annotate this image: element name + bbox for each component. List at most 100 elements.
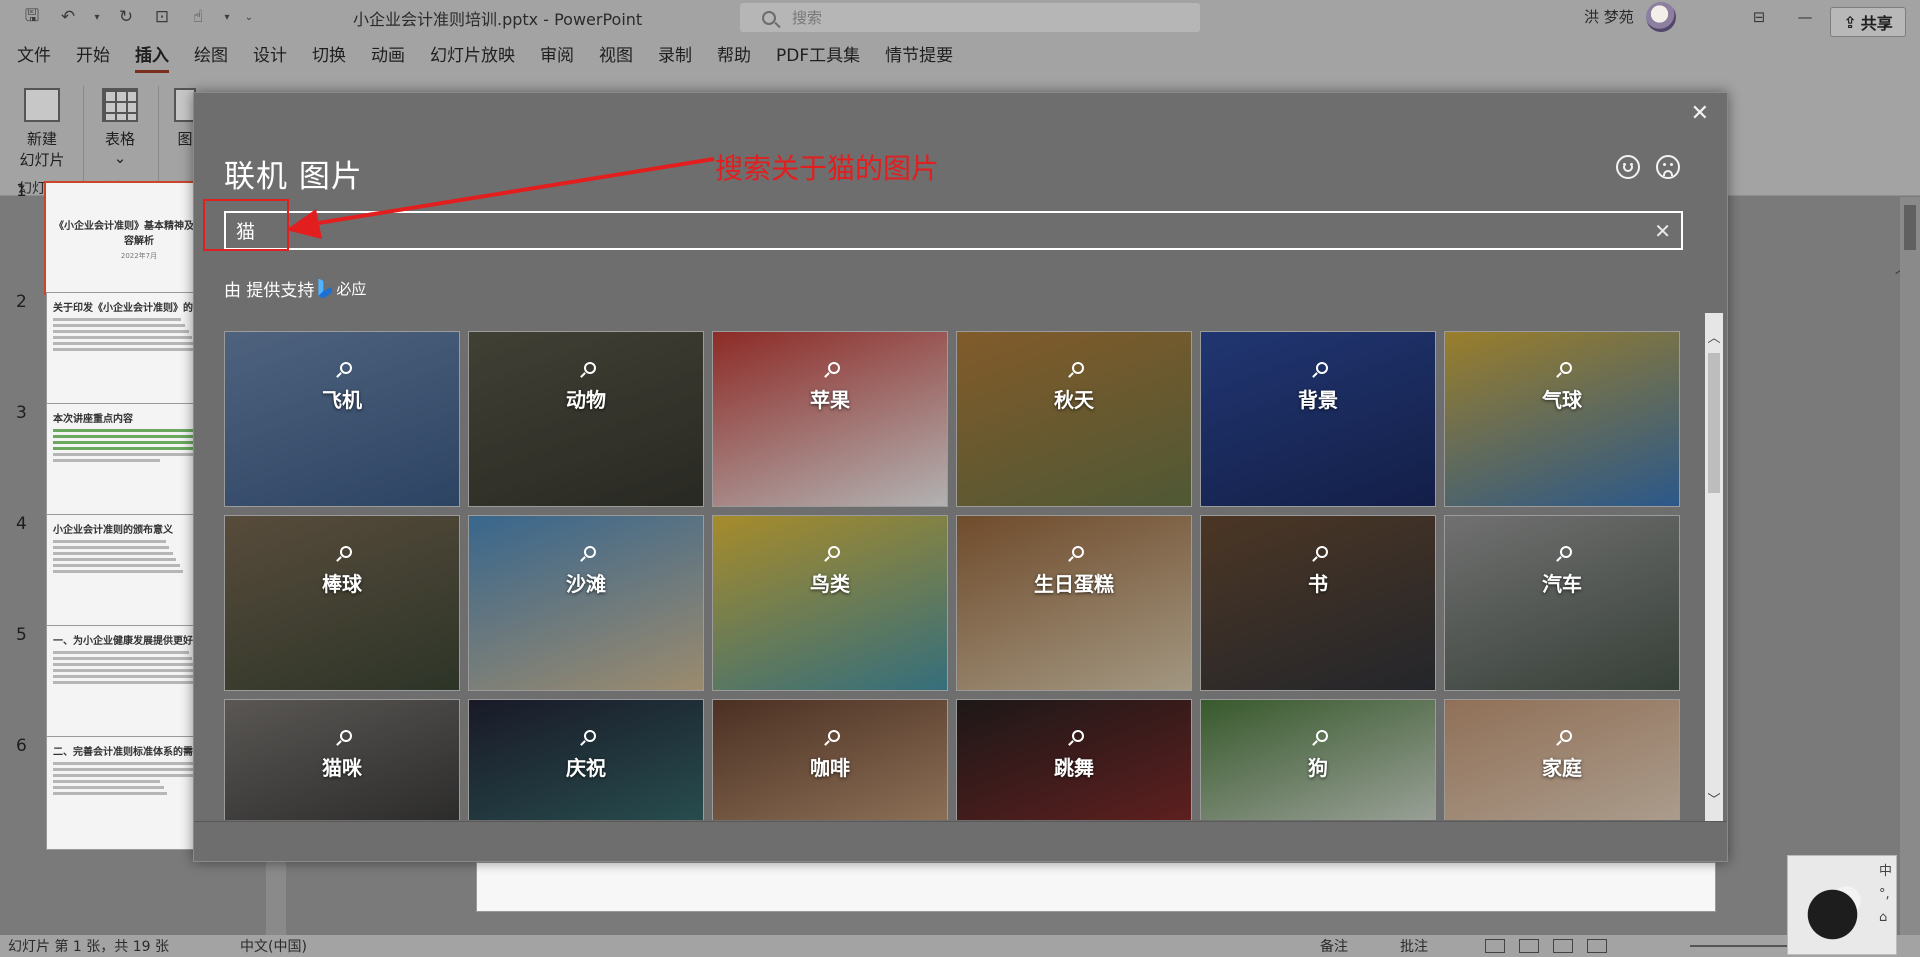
- tile-overlay: [713, 516, 947, 690]
- tab-6[interactable]: 动画: [371, 34, 405, 78]
- save-icon[interactable]: 🖫: [20, 6, 44, 28]
- image-category-tile[interactable]: 猫咪: [224, 699, 460, 820]
- slideshow-icon[interactable]: [1587, 939, 1607, 953]
- image-category-tile[interactable]: 背景: [1200, 331, 1436, 507]
- image-category-tile[interactable]: 棒球: [224, 515, 460, 691]
- thumbnail-scrollbar[interactable]: [266, 860, 286, 935]
- ime-settings-icon[interactable]: ⌂: [1879, 910, 1892, 925]
- powered-by-bing: 由 提供支持 必应: [224, 276, 366, 301]
- image-category-tile[interactable]: 庆祝: [468, 699, 704, 820]
- user-name[interactable]: 洪 梦苑: [1584, 6, 1634, 27]
- view-buttons: [1485, 939, 1607, 953]
- scroll-down-icon[interactable]: ﹀: [1705, 789, 1723, 808]
- image-category-tile[interactable]: 动物: [468, 331, 704, 507]
- dialog-footer: [194, 821, 1727, 861]
- tab-4[interactable]: 设计: [253, 34, 287, 78]
- tab-3[interactable]: 绘图: [194, 34, 228, 78]
- customize-qat-icon[interactable]: ⌄: [244, 6, 254, 28]
- avatar[interactable]: [1646, 2, 1676, 32]
- normal-view-icon[interactable]: [1485, 939, 1505, 953]
- tab-5[interactable]: 切换: [312, 34, 346, 78]
- dialog-scroll-thumb[interactable]: [1708, 353, 1720, 493]
- redo-icon[interactable]: ↻: [114, 6, 138, 28]
- frown-feedback-icon[interactable]: [1656, 155, 1680, 179]
- bing-logo-icon: [318, 278, 333, 299]
- search-icon: [1560, 362, 1572, 374]
- image-category-tile[interactable]: 跳舞: [956, 699, 1192, 820]
- editor-scrollbar[interactable]: [1900, 197, 1920, 935]
- tab-12[interactable]: PDF工具集: [776, 34, 860, 78]
- zoom-slider[interactable]: [1690, 945, 1800, 947]
- thumbnail-text-line: [53, 564, 180, 567]
- comments-button[interactable]: 批注: [1400, 936, 1428, 956]
- scroll-up-icon[interactable]: ︿: [1705, 327, 1723, 346]
- thumbnail-text-line: [53, 762, 212, 765]
- tab-0[interactable]: 文件: [17, 34, 51, 78]
- image-category-tile[interactable]: 沙滩: [468, 515, 704, 691]
- search-icon: [828, 362, 840, 374]
- image-category-tile[interactable]: 咖啡: [712, 699, 948, 820]
- new-slide-button[interactable]: 新建 幻灯片: [10, 84, 74, 170]
- clear-search-icon[interactable]: ✕: [1654, 219, 1671, 243]
- ribbon-display-options-icon[interactable]: ⊟: [1736, 0, 1782, 34]
- tab-13[interactable]: 情节提要: [885, 34, 953, 78]
- slide-sorter-icon[interactable]: [1519, 939, 1539, 953]
- present-icon[interactable]: ⊡: [150, 6, 174, 28]
- image-category-tile[interactable]: 气球: [1444, 331, 1680, 507]
- search-icon: [584, 546, 596, 558]
- image-category-tile[interactable]: 苹果: [712, 331, 948, 507]
- touch-dropdown-icon[interactable]: ▾: [222, 6, 232, 28]
- smile-feedback-icon[interactable]: [1616, 155, 1640, 179]
- touch-mode-icon[interactable]: ☝: [186, 6, 210, 28]
- share-button[interactable]: ⇪ 共享: [1830, 7, 1906, 37]
- tell-me-search[interactable]: 搜索: [740, 3, 1200, 32]
- slide-canvas[interactable]: [476, 862, 1716, 912]
- tab-10[interactable]: 录制: [658, 34, 692, 78]
- tab-9[interactable]: 视图: [599, 34, 633, 78]
- tile-overlay: [957, 332, 1191, 506]
- group-divider: [83, 86, 84, 190]
- thumbnail-text-line: [53, 336, 193, 339]
- close-icon[interactable]: ✕: [1691, 101, 1709, 126]
- tab-11[interactable]: 帮助: [717, 34, 751, 78]
- language-indicator[interactable]: 中文(中国): [240, 936, 307, 956]
- image-category-tile[interactable]: 书: [1200, 515, 1436, 691]
- chevron-down-icon: ⌄: [113, 149, 127, 167]
- image-category-tile[interactable]: 飞机: [224, 331, 460, 507]
- thumbnail-text-line: [53, 657, 193, 660]
- tab-1[interactable]: 开始: [76, 34, 110, 78]
- tab-7[interactable]: 幻灯片放映: [430, 34, 515, 78]
- scroll-thumb[interactable]: [1904, 205, 1916, 250]
- image-category-tile[interactable]: 汽车: [1444, 515, 1680, 691]
- category-label: 鸟类: [810, 572, 850, 596]
- image-category-tile[interactable]: 鸟类: [712, 515, 948, 691]
- table-button[interactable]: 表格 ⌄: [92, 84, 148, 167]
- image-category-tile[interactable]: 生日蛋糕: [956, 515, 1192, 691]
- ime-punct-toggle[interactable]: °,: [1879, 887, 1892, 902]
- tile-overlay: [1201, 332, 1435, 506]
- slide-number: 6: [16, 736, 27, 756]
- thumbnail-text-line: [53, 435, 208, 438]
- reading-view-icon[interactable]: [1553, 939, 1573, 953]
- undo-icon[interactable]: ↶: [56, 6, 80, 28]
- image-category-tile[interactable]: 家庭: [1444, 699, 1680, 820]
- undo-dropdown-icon[interactable]: ▾: [92, 6, 102, 28]
- category-label: 棒球: [322, 572, 362, 596]
- ime-mode-toggle[interactable]: 中: [1879, 860, 1892, 879]
- dialog-scrollbar[interactable]: ︿ ﹀: [1705, 313, 1723, 821]
- online-pictures-dialog: ✕ 联机 图片 ✕ 由 提供支持 必应 搜索关于猫的图片 飞机动物苹果秋天背景气…: [193, 92, 1728, 862]
- group-divider: [158, 86, 159, 190]
- tile-overlay: [225, 516, 459, 690]
- slide-count: 幻灯片 第 1 张，共 19 张: [8, 939, 169, 955]
- thumbnail-text-line: [53, 768, 215, 771]
- category-label: 背景: [1298, 388, 1338, 412]
- category-label: 动物: [566, 388, 606, 412]
- image-category-tile[interactable]: 秋天: [956, 331, 1192, 507]
- search-icon: [1560, 546, 1572, 558]
- tab-8[interactable]: 审阅: [540, 34, 574, 78]
- slide-number: 5: [16, 625, 27, 645]
- tab-2[interactable]: 插入: [135, 34, 169, 78]
- image-category-tile[interactable]: 狗: [1200, 699, 1436, 820]
- notes-button[interactable]: 备注: [1320, 936, 1348, 956]
- minimize-icon[interactable]: —: [1782, 0, 1828, 34]
